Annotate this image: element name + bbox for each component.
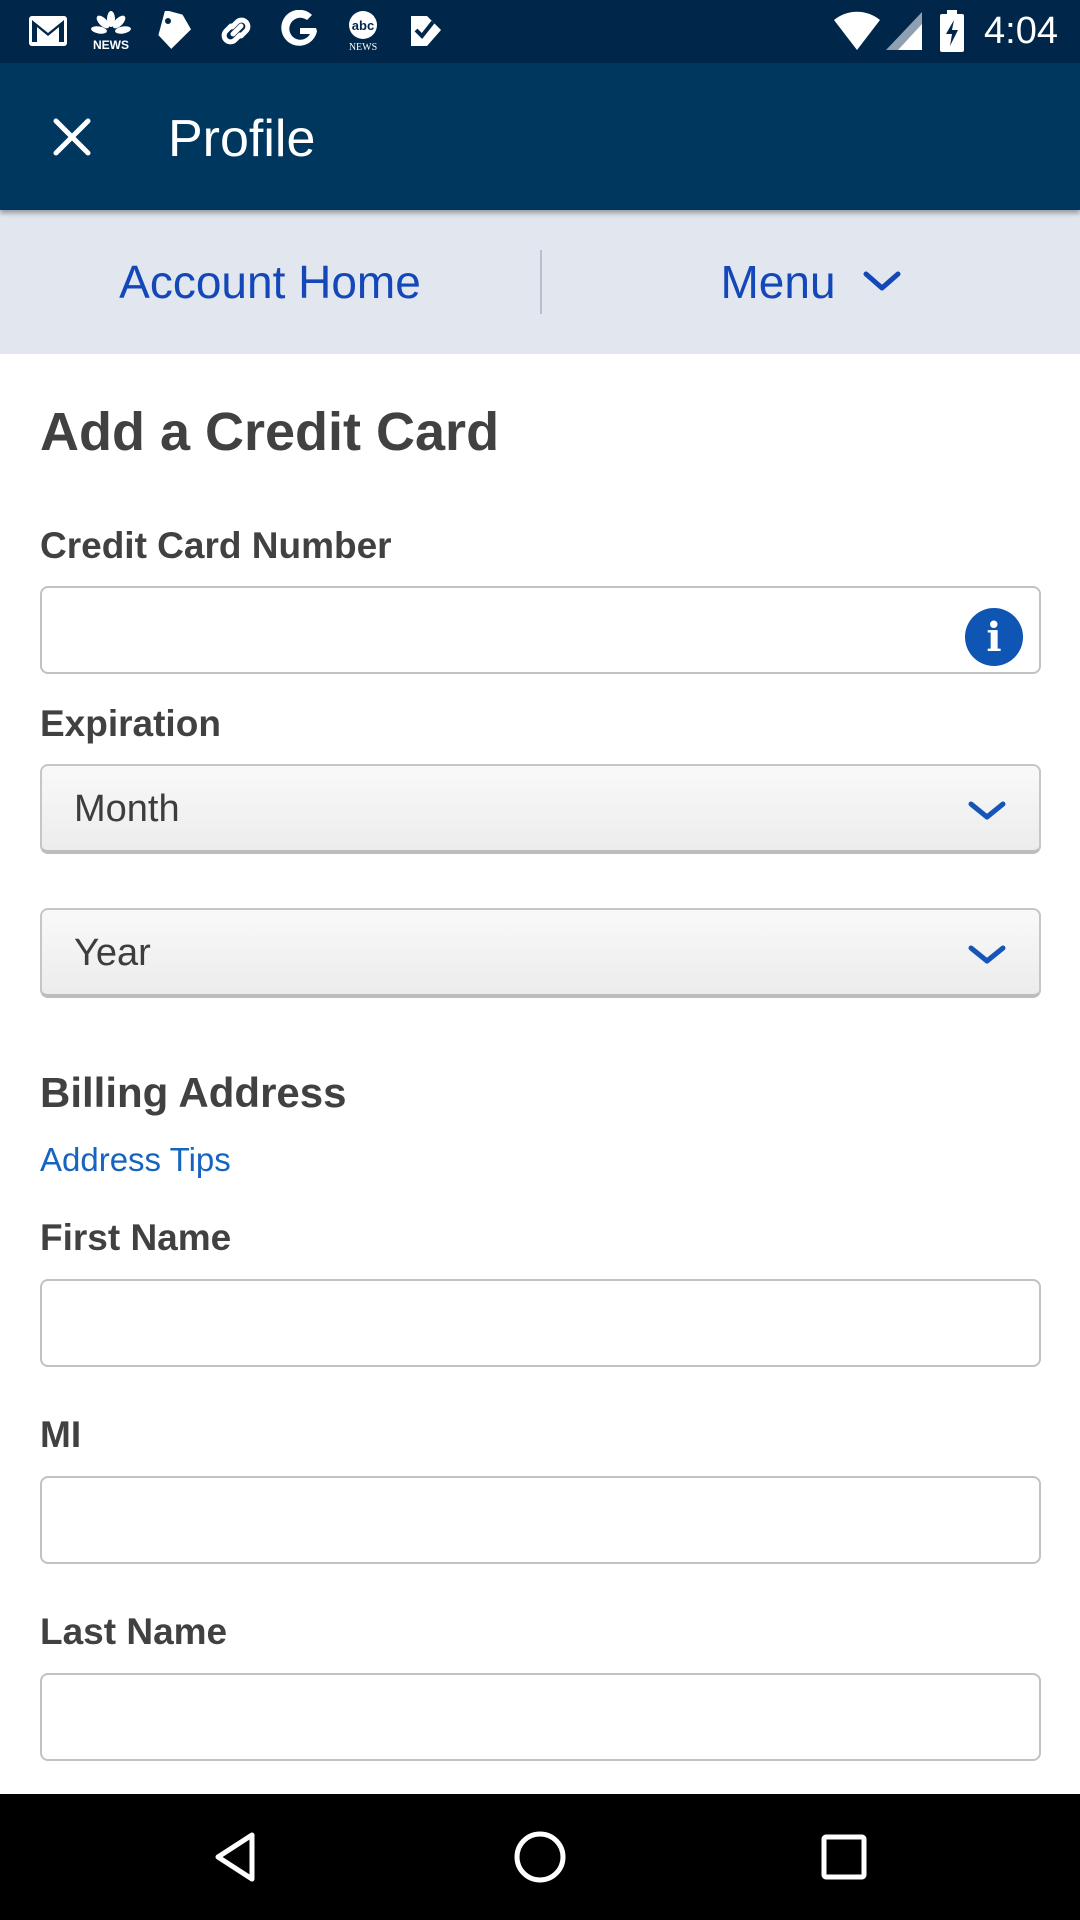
tag-icon — [152, 9, 196, 53]
wifi-icon — [832, 10, 882, 52]
form-title: Add a Credit Card — [40, 402, 500, 462]
menu-dropdown[interactable]: Menu — [542, 210, 1080, 354]
svg-text:abc: abc — [352, 18, 374, 33]
card-number-field: i — [40, 586, 1041, 674]
chevron-down-icon — [863, 271, 901, 291]
abc-news-icon: abc NEWS — [340, 9, 386, 53]
check-tag-icon — [404, 9, 448, 53]
month-select[interactable]: Month — [40, 764, 1041, 854]
account-home-label: Account Home — [119, 256, 421, 308]
close-icon[interactable] — [46, 111, 98, 163]
year-select-value: Year — [74, 932, 151, 974]
info-glyph: i — [986, 613, 1002, 661]
info-icon[interactable]: i — [965, 608, 1023, 666]
first-name-field — [40, 1279, 1041, 1367]
last-name-label: Last Name — [40, 1611, 228, 1652]
menu-label: Menu — [720, 256, 836, 308]
mi-input[interactable] — [42, 1478, 1039, 1562]
chevron-down-icon — [968, 945, 1006, 964]
chevron-down-icon — [968, 801, 1006, 820]
expiration-label: Expiration — [40, 703, 221, 744]
account-home-link[interactable]: Account Home — [0, 210, 540, 354]
billing-address-heading: Billing Address — [40, 1069, 347, 1116]
card-number-input[interactable] — [42, 588, 1039, 672]
svg-text:NEWS: NEWS — [93, 38, 129, 51]
first-name-label: First Name — [40, 1217, 232, 1258]
mi-label: MI — [40, 1414, 82, 1455]
year-select[interactable]: Year — [40, 908, 1041, 998]
last-name-input[interactable] — [42, 1675, 1039, 1759]
card-number-label: Credit Card Number — [40, 525, 392, 566]
status-bar: NEWS abc NEWS 4:04 — [0, 0, 1080, 63]
back-icon[interactable] — [206, 1827, 266, 1887]
gmail-icon — [26, 9, 70, 53]
address-tips-link[interactable]: Address Tips — [40, 1140, 231, 1180]
google-icon — [276, 9, 324, 53]
signal-icon — [884, 10, 926, 52]
mi-field — [40, 1476, 1041, 1564]
link-icon — [214, 9, 258, 53]
status-time: 4:04 — [984, 10, 1058, 52]
nbc-news-icon: NEWS — [86, 9, 136, 53]
last-name-field — [40, 1673, 1041, 1761]
sub-nav: Account Home Menu — [0, 210, 1080, 354]
page-title: Profile — [168, 110, 316, 168]
first-name-input[interactable] — [42, 1281, 1039, 1365]
system-nav-bar — [0, 1794, 1080, 1920]
month-select-value: Month — [74, 788, 180, 830]
svg-text:NEWS: NEWS — [349, 42, 377, 52]
home-icon[interactable] — [510, 1827, 570, 1887]
app-bar: Profile — [0, 63, 1080, 210]
battery-charging-icon — [938, 10, 968, 52]
recents-icon[interactable] — [814, 1827, 874, 1887]
